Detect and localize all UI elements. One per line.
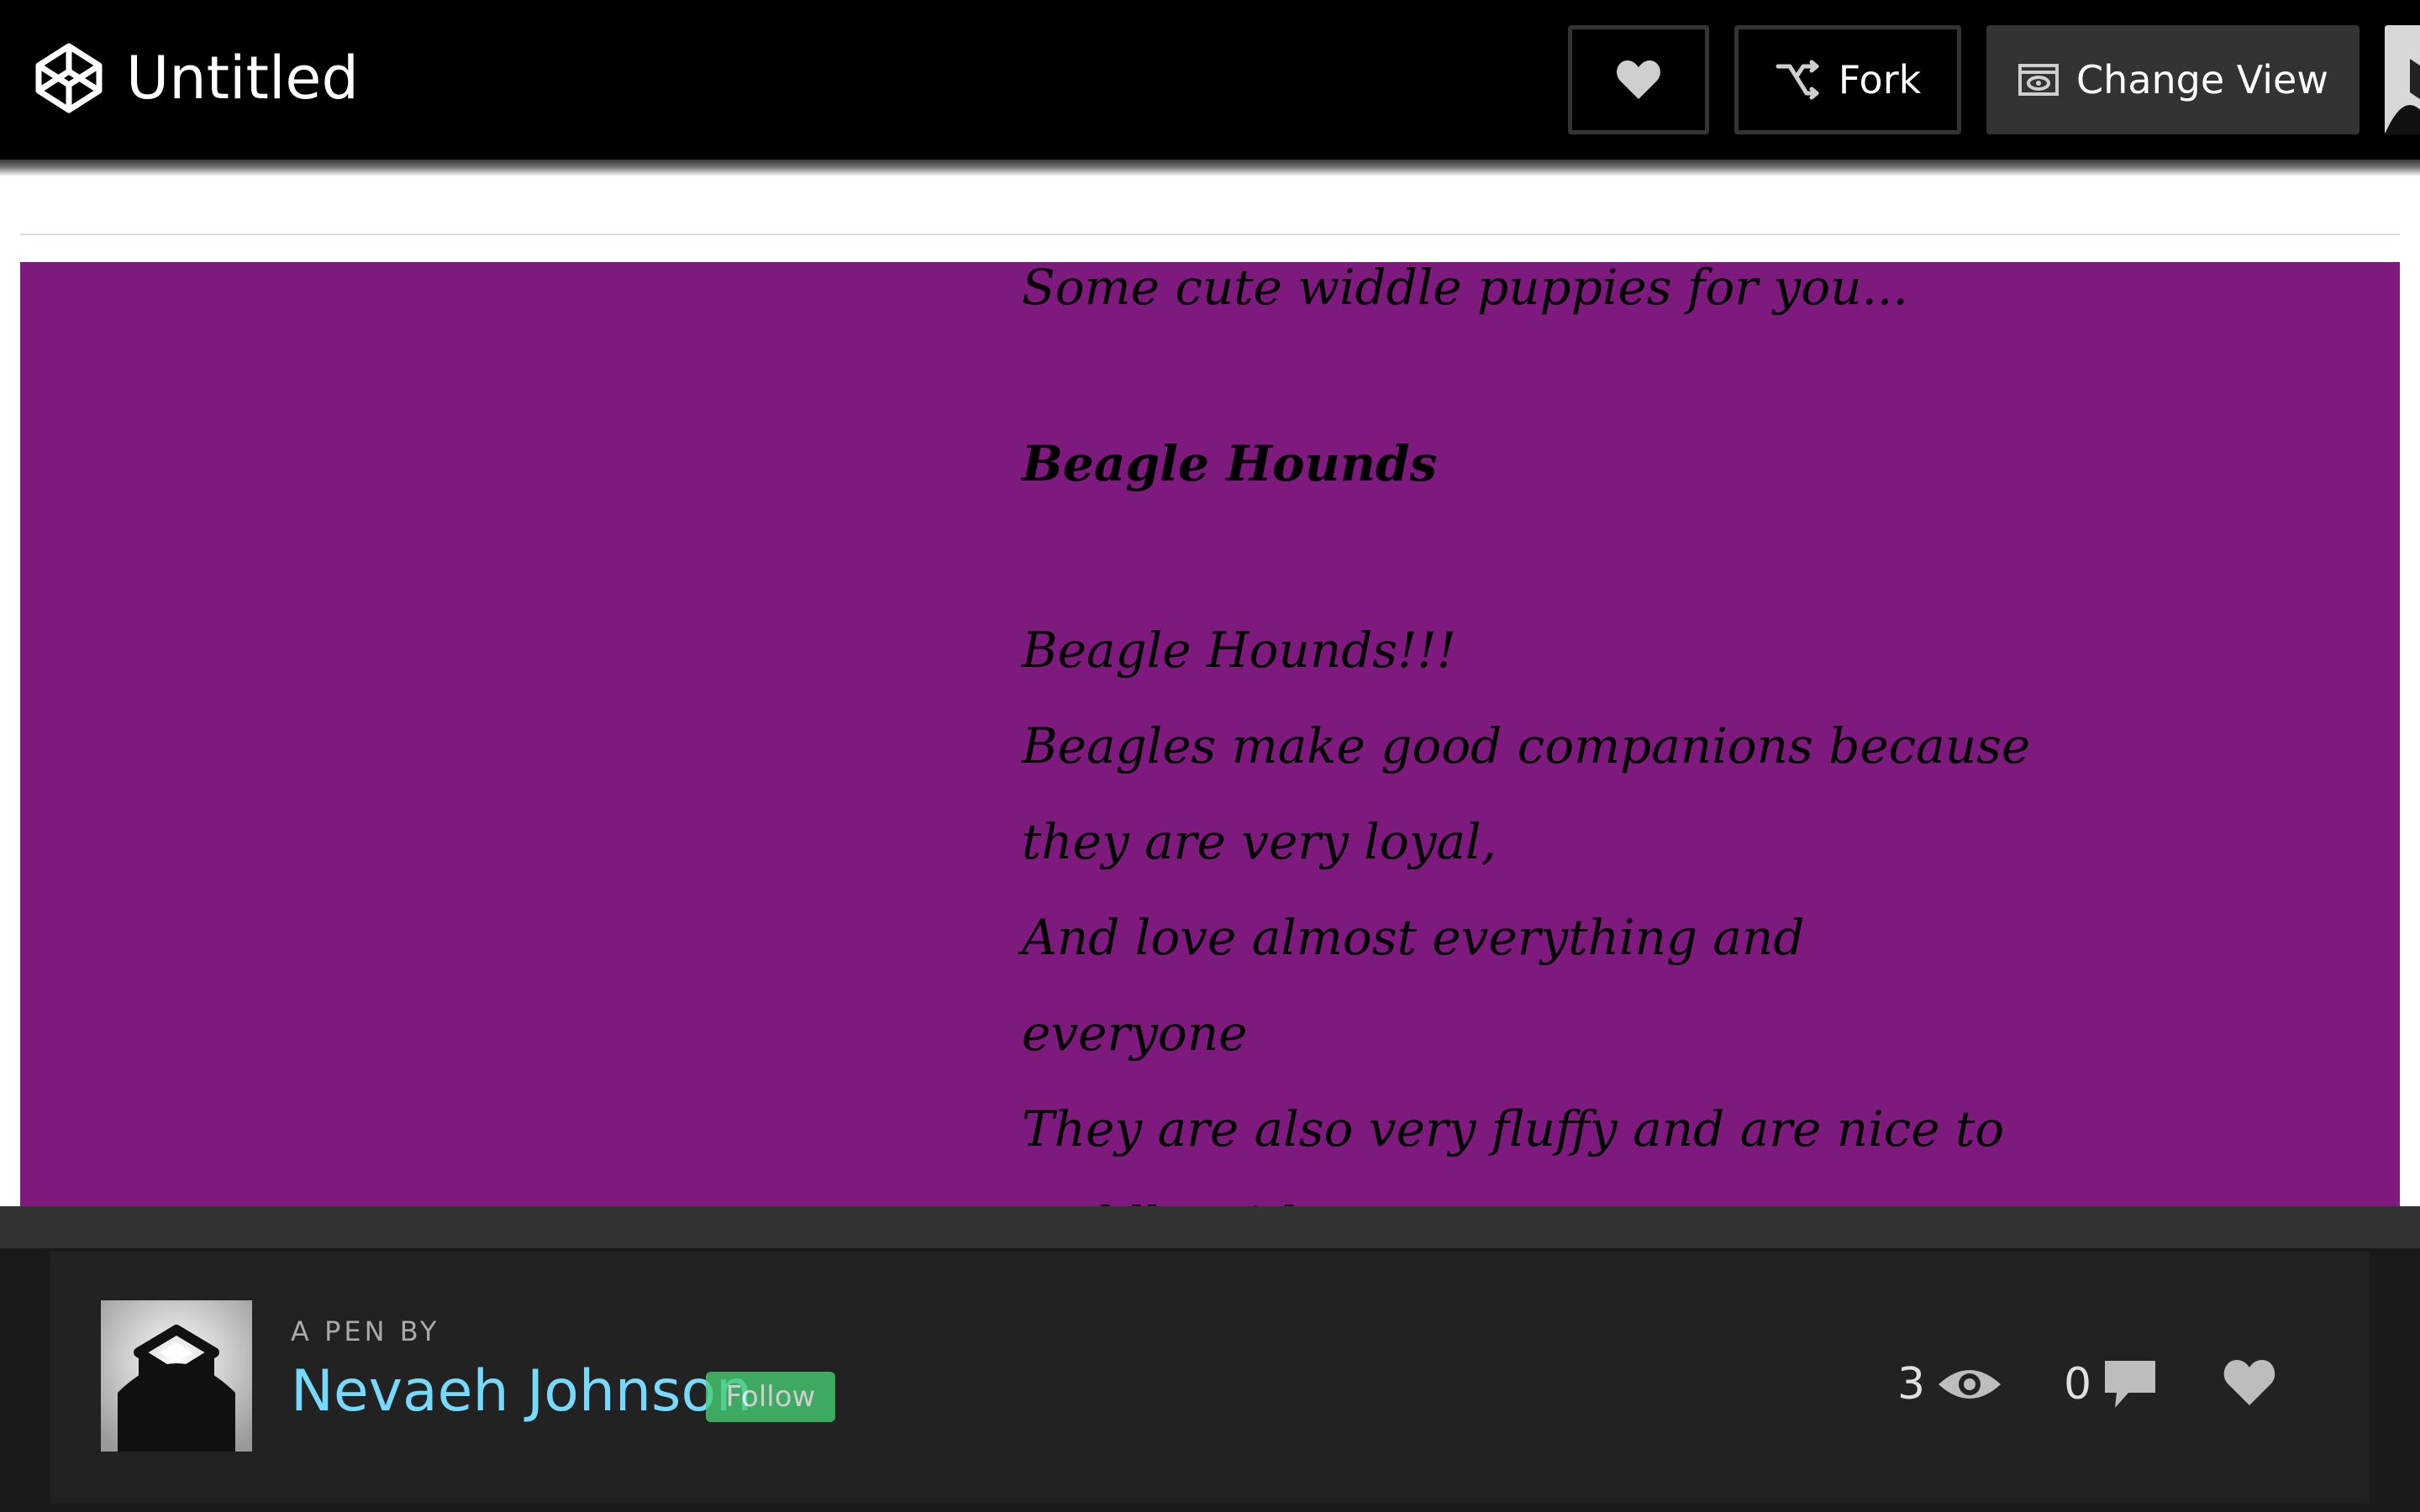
comments-count: 0: [2064, 1359, 2092, 1410]
change-view-button[interactable]: Change View: [1986, 25, 2360, 134]
codepen-logo-icon[interactable]: [35, 42, 103, 114]
preview-body-line: everyone: [1022, 1005, 1248, 1062]
comment-icon: [2105, 1361, 2156, 1408]
pen-preview: Some cute widdle puppies for you... Beag…: [20, 262, 2400, 1206]
heart-icon: [1617, 60, 1660, 99]
fork-button[interactable]: Fork: [1734, 25, 1961, 134]
author-name-link[interactable]: Nevaeh Johnson: [291, 1356, 752, 1428]
heart-stat-icon[interactable]: [2222, 1357, 2277, 1408]
preview-heading: Beagle Hounds: [1022, 435, 1438, 492]
preview-body-line: Beagles make good companions because: [1022, 717, 2031, 774]
author-avatar[interactable]: [101, 1300, 252, 1452]
change-view-label: Change View: [2076, 57, 2328, 102]
footer-resize-band[interactable]: [0, 1206, 2420, 1248]
follow-label: Follow: [725, 1380, 816, 1414]
follow-button[interactable]: Follow: [706, 1372, 835, 1422]
user-avatar[interactable]: [2385, 25, 2420, 134]
fork-label: Fork: [1838, 57, 1922, 102]
preview-body-line: Beagle Hounds!!!: [1022, 622, 1456, 679]
pen-by-label: A PEN BY: [291, 1315, 440, 1347]
views-stat: 3: [1897, 1351, 2002, 1418]
pen-title[interactable]: Untitled: [126, 40, 359, 116]
comments-stat[interactable]: 0: [2064, 1351, 2157, 1418]
views-count: 3: [1897, 1359, 1926, 1410]
view-layout-icon: [2018, 64, 2060, 96]
preview-body: Beagle Hounds!!! Beagles make good compa…: [1022, 602, 2114, 1206]
preview-body-line: cuddle with.: [1022, 1177, 2114, 1206]
fork-icon: [1776, 60, 1819, 100]
preview-body-line: they are very loyal,: [1022, 813, 1497, 870]
preview-body-line: They are also very fluffy and are nice t…: [1022, 1100, 2005, 1158]
preview-top-divider: [20, 234, 2400, 235]
preview-intro-text: Some cute widdle puppies for you...: [1022, 262, 1908, 316]
eye-icon: [1939, 1370, 2002, 1399]
preview-body-line: And love almost everything and: [1022, 909, 1805, 966]
love-button[interactable]: [1568, 25, 1709, 134]
top-bar-shadow: [0, 160, 2420, 176]
